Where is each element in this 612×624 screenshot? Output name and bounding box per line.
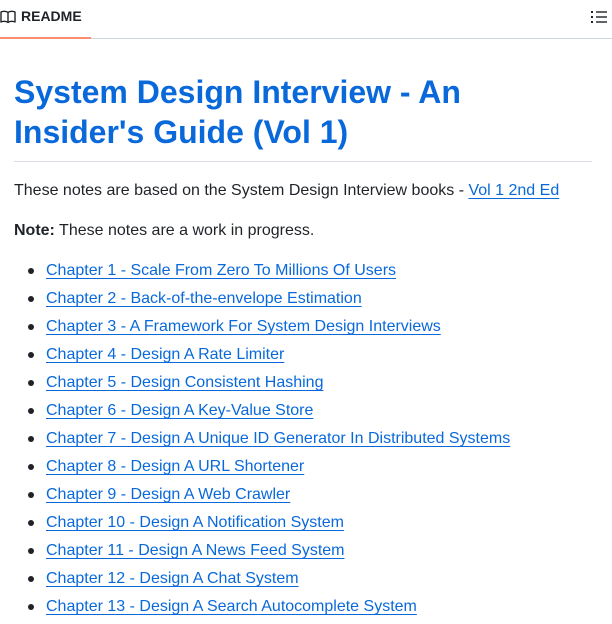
note-text: These notes are a work in progress. [54, 222, 315, 239]
chapter-link[interactable]: Chapter 10 - Design A Notification Syste… [46, 514, 344, 531]
list-item: Chapter 3 - A Framework For System Desig… [27, 316, 510, 344]
vol1-link[interactable]: Vol 1 2nd Ed [468, 182, 559, 199]
list-item: Chapter 6 - Design A Key-Value Store [27, 400, 510, 428]
note-paragraph: Note: These notes are a work in progress… [14, 220, 314, 242]
heading-divider [14, 161, 592, 162]
chapter-link[interactable]: Chapter 3 - A Framework For System Desig… [46, 318, 441, 335]
list-item: Chapter 8 - Design A URL Shortener [27, 456, 510, 484]
chapter-list: Chapter 1 - Scale From Zero To Millions … [14, 260, 510, 624]
list-item: Chapter 9 - Design A Web Crawler [27, 484, 510, 512]
list-item: Chapter 10 - Design A Notification Syste… [27, 512, 510, 540]
chapter-link[interactable]: Chapter 7 - Design A Unique ID Generator… [46, 430, 510, 447]
list-item: Chapter 4 - Design A Rate Limiter [27, 344, 510, 372]
chapter-link[interactable]: Chapter 11 - Design A News Feed System [46, 542, 345, 559]
chapter-link[interactable]: Chapter 4 - Design A Rate Limiter [46, 346, 284, 363]
chapter-link[interactable]: Chapter 1 - Scale From Zero To Millions … [46, 262, 396, 279]
list-item: Chapter 5 - Design Consistent Hashing [27, 372, 510, 400]
tab-bar: README [0, 0, 612, 39]
intro-text: These notes are based on the System Desi… [14, 182, 469, 199]
intro-paragraph: These notes are based on the System Desi… [14, 180, 559, 202]
list-icon[interactable] [590, 9, 608, 25]
list-item: Chapter 1 - Scale From Zero To Millions … [27, 260, 510, 288]
list-item: Chapter 12 - Design A Chat System [27, 568, 510, 596]
list-item: Chapter 13 - Design A Search Autocomplet… [27, 596, 510, 624]
note-label: Note: [14, 222, 55, 239]
book-icon [0, 10, 16, 24]
chapter-link[interactable]: Chapter 2 - Back-of-the-envelope Estimat… [46, 290, 362, 307]
tab-readme[interactable]: README [0, 0, 91, 39]
chapter-link[interactable]: Chapter 9 - Design A Web Crawler [46, 486, 290, 503]
chapter-link[interactable]: Chapter 8 - Design A URL Shortener [46, 458, 304, 475]
list-item: Chapter 11 - Design A News Feed System [27, 540, 510, 568]
chapter-link[interactable]: Chapter 12 - Design A Chat System [46, 570, 299, 587]
list-item: Chapter 7 - Design A Unique ID Generator… [27, 428, 510, 456]
list-item: Chapter 2 - Back-of-the-envelope Estimat… [27, 288, 510, 316]
chapter-link[interactable]: Chapter 5 - Design Consistent Hashing [46, 374, 323, 391]
chapter-link[interactable]: Chapter 6 - Design A Key-Value Store [46, 402, 313, 419]
tab-label: README [21, 8, 82, 24]
chapter-link[interactable]: Chapter 13 - Design A Search Autocomplet… [46, 598, 417, 615]
page-title: System Design Interview - An Insider's G… [14, 74, 461, 150]
